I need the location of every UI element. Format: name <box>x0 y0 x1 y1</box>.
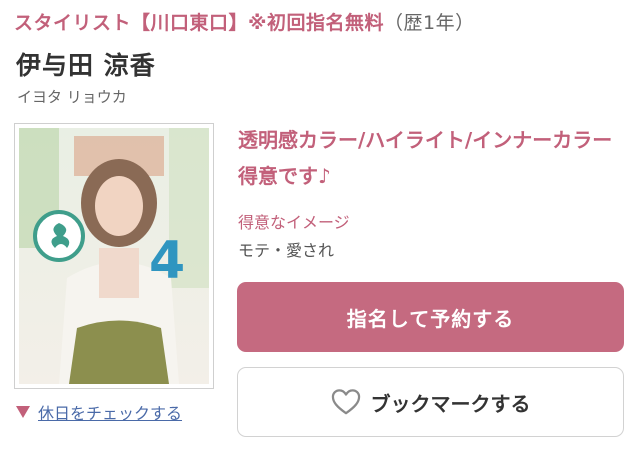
image-label: 得意なイメージ <box>238 213 350 232</box>
holiday-check-label[interactable]: 休日をチェックする <box>38 400 182 424</box>
holiday-check-link[interactable]: 休日をチェックする <box>16 400 182 424</box>
image-value: モテ・愛され <box>238 241 335 260</box>
bookmark-button[interactable]: ブックマークする <box>237 367 624 437</box>
role-label: スタイリスト <box>14 12 132 34</box>
years-label: （歴1年） <box>384 12 475 34</box>
promo-label: ※初回指名無料 <box>248 12 385 34</box>
stylist-header: スタイリスト【川口東口】※初回指名無料（歴1年） <box>14 8 475 35</box>
svg-text:4: 4 <box>149 231 185 291</box>
stylist-photo: 4 <box>19 128 209 384</box>
triangle-down-icon <box>16 406 30 418</box>
reserve-button[interactable]: 指名して予約する <box>237 282 624 352</box>
reserve-button-label: 指名して予約する <box>346 306 515 331</box>
bookmark-button-label: ブックマークする <box>370 391 531 416</box>
stylist-photo-frame: 4 <box>14 123 214 389</box>
catch-copy: 透明感カラー/ハイライト/インナーカラー 得意です♪ <box>238 128 613 188</box>
salon-label: 【川口東口】 <box>131 12 249 34</box>
stylist-kana: イヨタ リョウカ <box>17 88 127 106</box>
stylist-name: 伊与田 涼香 <box>16 51 156 80</box>
heart-icon <box>331 389 360 415</box>
